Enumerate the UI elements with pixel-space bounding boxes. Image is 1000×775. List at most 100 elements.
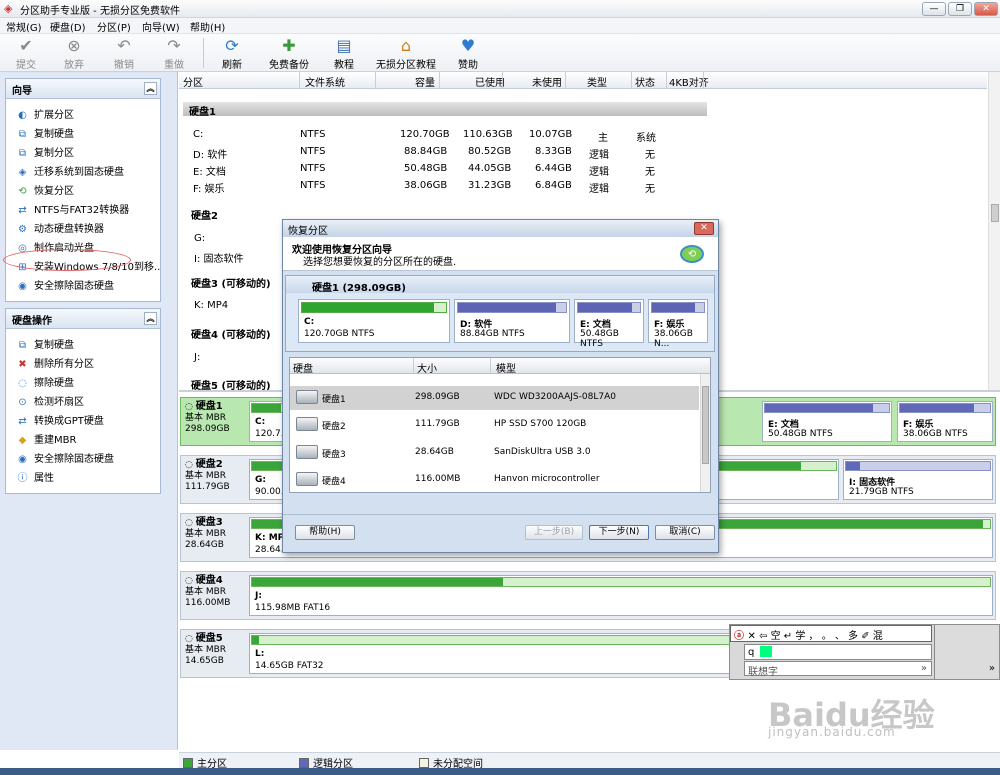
heart-icon: ♥	[460, 36, 476, 55]
op-wipe-disk[interactable]: ◌ 擦除硬盘	[6, 372, 160, 391]
col-type[interactable]: 类型	[587, 74, 607, 89]
menu-wizard[interactable]: 向导(W)	[142, 19, 180, 34]
next-button[interactable]: 下一步(N)	[589, 525, 649, 540]
wizard-migrate-os[interactable]: ◈ 迁移系统到固态硬盘	[6, 161, 160, 180]
op-convert-gpt[interactable]: ⇄ 转换成GPT硬盘	[6, 410, 160, 429]
list-scrollbar[interactable]	[988, 72, 1000, 390]
collapse-icon[interactable]: ︽	[144, 312, 157, 325]
lossless-tutorial-button[interactable]: ⌂ 无损分区教程	[374, 36, 438, 71]
column-divider	[703, 72, 704, 89]
baidu-watermark: Baidu经验 jingyan.baidu.com	[768, 696, 935, 739]
restore-button[interactable]: ❐	[948, 2, 972, 16]
col-free[interactable]: 未使用	[532, 74, 562, 89]
partition-block[interactable]: E: 文档 50.48GB NTFS	[574, 299, 644, 349]
menu-bar: 常规(G) 硬盘(D) 分区(P) 向导(W) 帮助(H)	[0, 18, 1000, 34]
free-backup-button[interactable]: ✚ 免费备份	[264, 36, 314, 71]
partition-row[interactable]: C: NTFS 120.70GB 110.63GB 10.07GB 主系统	[179, 129, 679, 146]
minimize-button[interactable]: —	[922, 2, 946, 16]
erase-icon: ◉	[18, 281, 27, 292]
ime-suggestions[interactable]: 联想字»	[744, 661, 932, 678]
col-used[interactable]: 已使用	[475, 74, 505, 89]
scroll-thumb[interactable]	[702, 386, 709, 464]
disk-table-row[interactable]: 硬盘3 28.64GB SanDiskUltra USB 3.0	[290, 441, 699, 465]
disk-icon: ◌	[185, 518, 196, 528]
col-size[interactable]: 大小	[417, 360, 437, 375]
delete-icon: ✖	[18, 359, 27, 370]
wizard-dynamic-disk[interactable]: ⚙ 动态硬盘转换器	[6, 218, 160, 237]
disk-info: ◌ 硬盘4 基本 MBR 116.00MB	[185, 575, 231, 608]
col-disk[interactable]: 硬盘	[293, 360, 313, 375]
prev-button[interactable]: 上一步(B)	[525, 525, 583, 540]
help-button[interactable]: 帮助(H)	[295, 525, 355, 540]
wizard-recover-partition[interactable]: ⟲ 恢复分区	[6, 180, 160, 199]
partition-row[interactable]: D: 软件 NTFS 88.84GB 80.52GB 8.33GB 逻辑无	[179, 146, 679, 163]
op-properties[interactable]: ⓘ 属性	[6, 467, 160, 486]
convert-icon: ⇄	[18, 205, 27, 216]
undo-button[interactable]: ↶ 撤销	[106, 36, 142, 71]
menu-general[interactable]: 常规(G)	[6, 19, 42, 34]
partition-block[interactable]: J: 115.98MB FAT16	[249, 575, 993, 616]
partition-row[interactable]: E: 文档 NTFS 50.48GB 44.05GB 6.44GB 逻辑无	[179, 163, 679, 180]
partition-block[interactable]: E: 文档 50.48GB NTFS	[762, 401, 892, 442]
redo-button[interactable]: ↷ 重做	[156, 36, 192, 71]
checkmark-icon: ✔	[19, 36, 33, 55]
refresh-button[interactable]: ⟳ 刷新	[214, 36, 250, 71]
partition-block[interactable]: F: 娱乐 38.06GB N...	[648, 299, 708, 349]
column-divider	[299, 72, 300, 89]
op-copy-disk[interactable]: ⧉ 复制硬盘	[6, 334, 160, 353]
dialog-close-button[interactable]: ✕	[694, 222, 714, 235]
commit-button[interactable]: ✔ 提交	[8, 36, 44, 71]
partition-block[interactable]: D: 软件 88.84GB NTFS	[454, 299, 570, 343]
ime-toolbar[interactable]: ⓐ ✕ ⇦ 空 ↵ 学 ， 。 、 多 ✐ 混	[730, 625, 932, 642]
disk-ops-panel-header[interactable]: 硬盘操作 ︽	[6, 309, 160, 329]
partition-block[interactable]: F: 娱乐 38.06GB NTFS	[897, 401, 993, 442]
wizard-extend-partition[interactable]: ◐ 扩展分区	[6, 104, 160, 123]
op-rebuild-mbr[interactable]: ◆ 重建MBR	[6, 429, 160, 448]
col-status[interactable]: 状态	[635, 74, 655, 89]
disk-ops-panel: 硬盘操作 ︽ ⧉ 复制硬盘 ✖ 删除所有分区 ◌ 擦除硬盘 ⊙ 检测坏扇区 ⇄ 转换成GPT…	[5, 308, 161, 494]
usage-bar	[845, 461, 991, 471]
toolbar: ✔ 提交 ⊗ 放弃 ↶ 撤销 ↷ 重做 ⟳ 刷新 ✚ 免费备份 ▤ 教程 ⌂ 无损分区教程 ♥ 赞…	[0, 34, 1000, 72]
scroll-thumb[interactable]	[991, 204, 999, 222]
disk-table-row[interactable]: 硬盘2 111.79GB HP SSD S700 120GB	[290, 413, 699, 437]
wizard-copy-disk[interactable]: ⧉ 复制硬盘	[6, 123, 160, 142]
partition-row[interactable]: F: 娱乐 NTFS 38.06GB 31.23GB 6.84GB 逻辑无	[179, 180, 679, 197]
hdd-icon	[296, 472, 318, 486]
wizard-copy-partition[interactable]: ⧉ 复制分区	[6, 142, 160, 161]
book-icon: ▤	[336, 36, 352, 55]
disk-table-scrollbar[interactable]	[700, 374, 710, 492]
menu-disk[interactable]: 硬盘(D)	[50, 19, 86, 34]
discard-button[interactable]: ⊗ 放弃	[56, 36, 92, 71]
wizard-secure-erase[interactable]: ◉ 安全擦除固态硬盘	[6, 275, 160, 294]
menu-partition[interactable]: 分区(P)	[97, 19, 131, 34]
disk-copy-icon: ⧉	[18, 340, 27, 351]
close-button[interactable]: ✕	[974, 2, 998, 16]
disk-icon: ◌	[185, 402, 196, 412]
col-capacity[interactable]: 容量	[415, 74, 435, 89]
donate-button[interactable]: ♥ 赞助	[450, 36, 486, 71]
col-filesystem[interactable]: 文件系统	[305, 74, 345, 89]
menu-help[interactable]: 帮助(H)	[190, 19, 225, 34]
wizard-panel-header[interactable]: 向导 ︽	[6, 79, 160, 99]
partition-block[interactable]: I: 固态软件 21.79GB NTFS	[843, 459, 993, 500]
op-check-bad-sector[interactable]: ⊙ 检测坏扇区	[6, 391, 160, 410]
cancel-button[interactable]: 取消(C)	[655, 525, 715, 540]
disk-table-row[interactable]: 硬盘1 298.09GB WDC WD3200AAJS-08L7A0	[290, 386, 699, 410]
op-secure-erase[interactable]: ◉ 安全擦除固态硬盘	[6, 448, 160, 467]
toolbar-divider	[203, 38, 204, 68]
extend-icon: ◐	[18, 110, 27, 121]
tutorial-button[interactable]: ▤ 教程	[326, 36, 362, 71]
wizard-ntfs-fat32[interactable]: ⇄ NTFS与FAT32转换器	[6, 199, 160, 218]
column-header: 分区 文件系统 容量 已使用 未使用 类型 状态 4KB对齐	[179, 72, 987, 89]
disk-table-row[interactable]: 硬盘4 116.00MB Hanvon microcontroller	[290, 468, 699, 492]
collapse-icon[interactable]: ︽	[144, 82, 157, 95]
partition-block[interactable]: C: 120.70GB NTFS	[298, 299, 450, 343]
disk4-label: 硬盘4 (可移动的)	[191, 330, 271, 341]
disk-card[interactable]: ◌ 硬盘4 基本 MBR 116.00MB J: 115.98MB FAT16	[180, 571, 996, 620]
op-delete-all[interactable]: ✖ 删除所有分区	[6, 353, 160, 372]
usage-bar	[899, 403, 991, 413]
col-partition[interactable]: 分区	[183, 74, 203, 89]
ime-input[interactable]: q	[744, 644, 932, 660]
col-model[interactable]: 模型	[496, 360, 516, 375]
recover-partition-dialog: 恢复分区 ✕ 欢迎使用恢复分区向导 选择您想要恢复的分区所在的硬盘. ⟲ 硬盘1…	[282, 219, 719, 553]
